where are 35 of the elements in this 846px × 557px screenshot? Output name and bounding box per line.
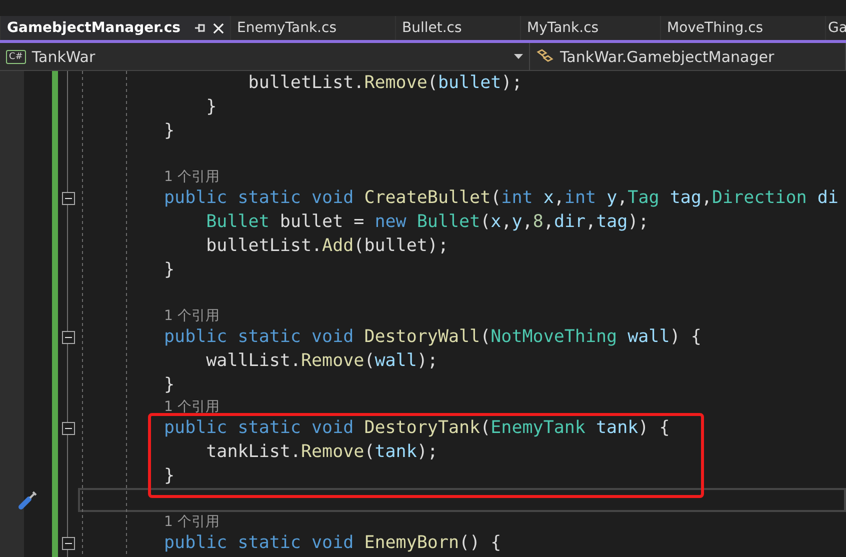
file-tab[interactable]: EnemyTank.cs bbox=[230, 16, 395, 40]
reference-count[interactable]: 1 个引用 bbox=[164, 168, 220, 186]
code-line: public static void DestoryWall(NotMoveThing wall) { bbox=[164, 327, 702, 347]
reference-count[interactable]: 1 个引用 bbox=[164, 512, 220, 530]
reference-count[interactable]: 1 个引用 bbox=[164, 398, 220, 416]
type-dropdown[interactable]: TankWar.GamebjectManager bbox=[530, 43, 846, 70]
file-tab[interactable]: Bullet.cs bbox=[395, 16, 520, 40]
code-line: public static void DestoryTank(EnemyTank tank) { bbox=[164, 418, 670, 438]
code-line: wallList.Remove(wall); bbox=[205, 351, 438, 371]
file-tab[interactable]: MoveThing.cs bbox=[660, 16, 825, 40]
caret-icon bbox=[514, 54, 523, 59]
close-icon[interactable] bbox=[213, 22, 224, 34]
file-tab[interactable]: GamebjectManager.cs bbox=[0, 16, 230, 40]
collapse-icon[interactable] bbox=[62, 536, 74, 550]
file-tab[interactable]: MyTank.cs bbox=[520, 16, 660, 40]
language-badge: C# bbox=[6, 50, 26, 64]
code-line: bulletList.Remove(bullet); bbox=[247, 73, 522, 93]
collapse-icon[interactable] bbox=[62, 192, 74, 204]
class-icon bbox=[536, 48, 554, 64]
code-line: } bbox=[164, 121, 175, 141]
reference-count[interactable]: 1 个引用 bbox=[164, 306, 220, 324]
code-line: Bullet bullet = new Bullet(x,y,8,dir,tag); bbox=[205, 212, 649, 232]
project-dropdown[interactable]: C# TankWar bbox=[0, 43, 530, 70]
pin-icon[interactable] bbox=[194, 22, 206, 34]
code-line: } bbox=[164, 375, 175, 395]
code-line: } bbox=[164, 260, 175, 280]
code-line: public static void CreateBullet(int x,int y,Tag tag,Direction di bbox=[164, 188, 838, 208]
code-line: } bbox=[205, 97, 217, 117]
code-line: public static void EnemyBorn() { bbox=[164, 533, 502, 553]
code-line: tankList.Remove(tank); bbox=[205, 442, 438, 462]
code-line: bulletList.Add(bullet); bbox=[205, 236, 448, 256]
file-tab[interactable]: Ga bbox=[825, 16, 846, 40]
collapse-icon[interactable] bbox=[62, 330, 74, 344]
collapse-icon[interactable] bbox=[62, 422, 74, 434]
code-line: } bbox=[164, 466, 175, 486]
